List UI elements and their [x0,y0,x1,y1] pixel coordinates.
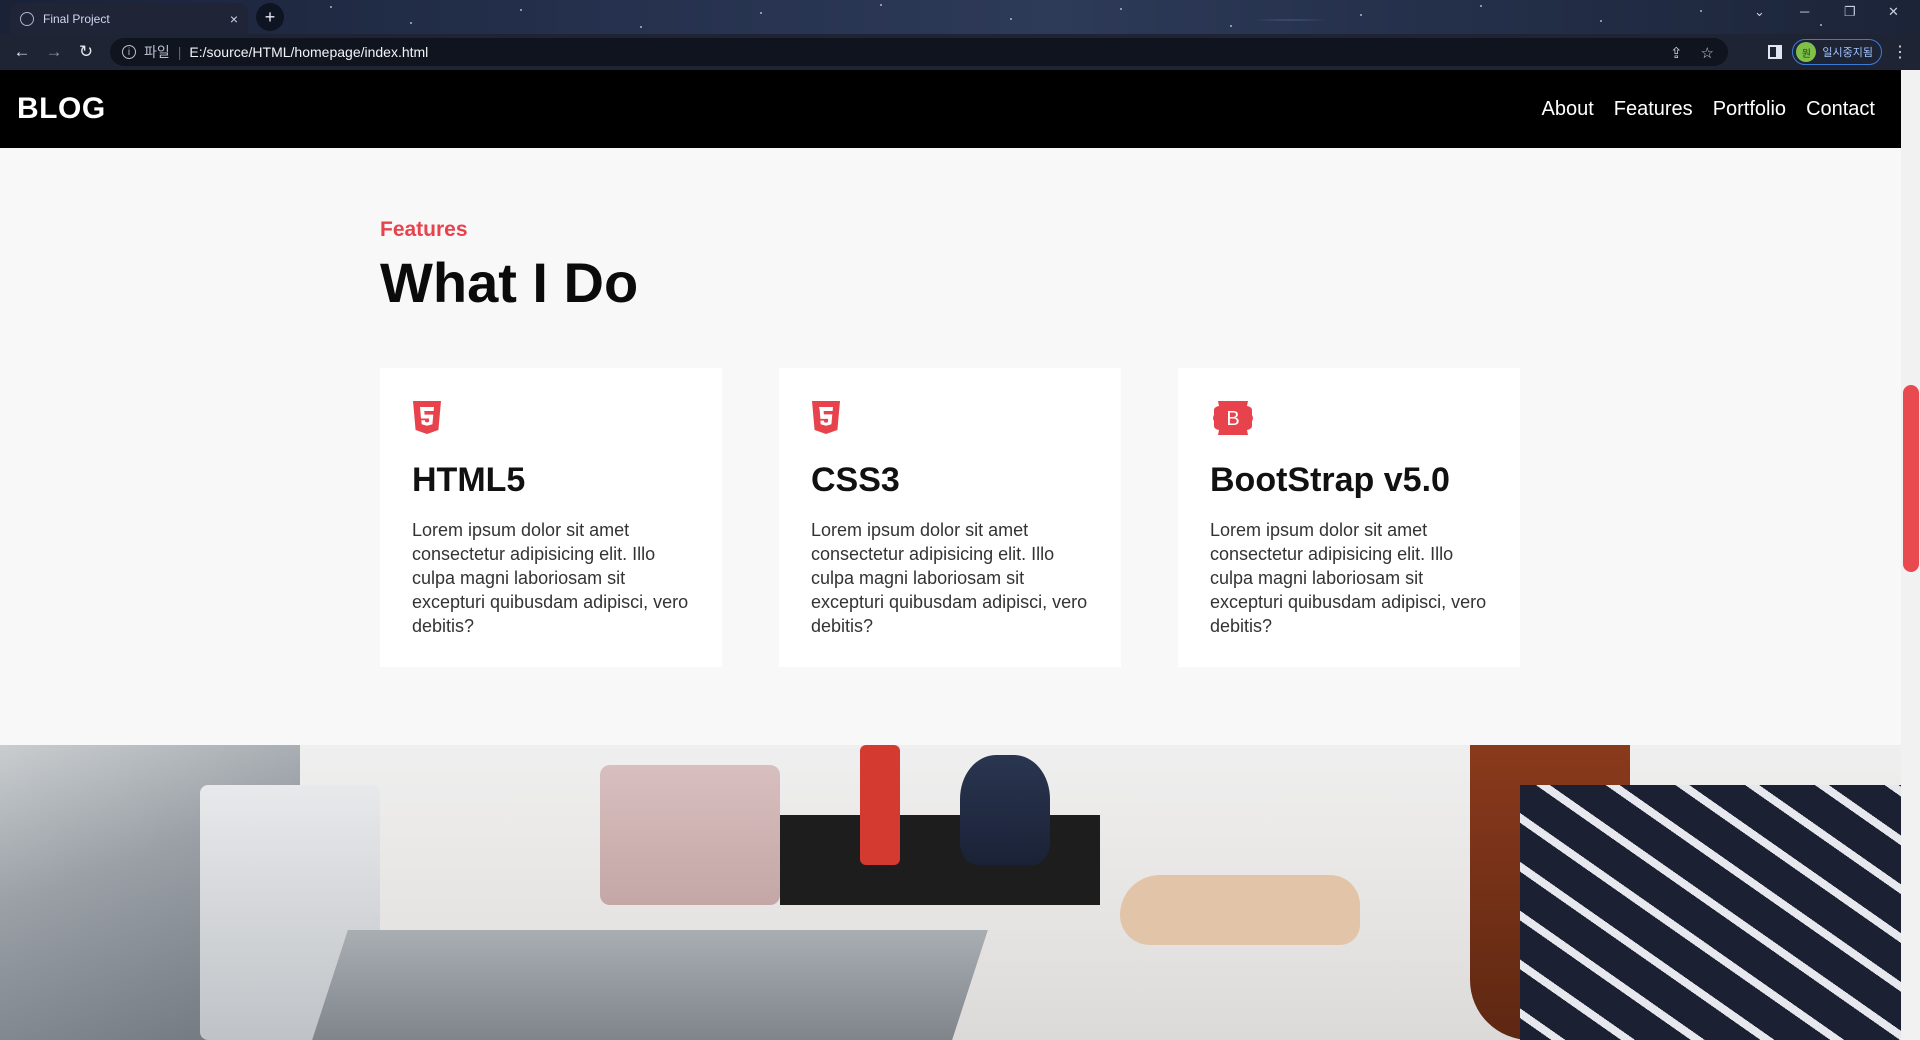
patterned-shirt-shape [1520,785,1901,1040]
browser-titlebar: Final Project × + ⌄ ─ ❐ ✕ [0,0,1920,34]
profile-button[interactable]: 원 일시중지됨 [1792,39,1882,65]
feature-card-text: Lorem ipsum dolor sit amet consectetur a… [1210,520,1487,636]
close-window-icon[interactable]: ✕ [1888,4,1899,20]
hand-shape [1120,875,1360,945]
section-eyebrow: Features [380,218,468,241]
laptop-keyboard-shape [312,930,988,1040]
css3-icon [811,401,1089,435]
feature-cards: HTML5 Lorem ipsum dolor sit amet consect… [380,368,1520,667]
nav-link-portfolio[interactable]: Portfolio [1713,98,1786,121]
share-icon[interactable]: ⇪ [1670,44,1683,62]
nav-links: About Features Portfolio Contact [1541,98,1875,121]
titlebar-starfield [0,0,1920,34]
new-tab-button[interactable]: + [256,3,284,31]
profile-status-label: 일시중지됨 [1822,47,1873,59]
feature-card-text: Lorem ipsum dolor sit amet consectetur a… [811,520,1088,636]
address-bar[interactable]: i 파일 | E:/source/HTML/homepage/index.htm… [110,38,1728,66]
info-icon[interactable]: i [122,45,136,59]
nav-link-contact[interactable]: Contact [1806,98,1875,121]
page-viewport: BLOG About Features Portfolio Contact Fe… [0,70,1920,1040]
restore-icon[interactable]: ❐ [1844,4,1856,20]
features-header: Features What I Do [380,218,1520,315]
address-scheme-label: 파일 [144,44,170,60]
section-title: What I Do [380,251,639,314]
lego-figure-shape [860,745,900,865]
feature-card-title: CSS3 [811,461,900,499]
hero-photo [0,745,1901,1040]
address-url[interactable]: E:/source/HTML/homepage/index.html [189,44,428,60]
feature-card-html5: HTML5 Lorem ipsum dolor sit amet consect… [380,368,722,667]
address-separator: | [177,44,182,60]
tab-title: Final Project [43,11,110,26]
bootstrap-icon: B [1210,401,1488,435]
scrollbar-thumb[interactable] [1903,385,1919,572]
penguin-figure-shape [960,755,1050,865]
html5-icon [412,401,690,435]
tab-search-chevron-icon[interactable]: ⌄ [1754,4,1765,20]
tray-shape [780,815,1100,905]
feature-card-css3: CSS3 Lorem ipsum dolor sit amet consecte… [779,368,1121,667]
feature-card-bootstrap: B BootStrap v5.0 Lorem ipsum dolor sit a… [1178,368,1520,667]
brand-logo[interactable]: BLOG [17,92,106,126]
bookmark-star-icon[interactable]: ☆ [1701,44,1714,62]
nav-link-about[interactable]: About [1541,98,1593,121]
browser-toolbar: ← → ↻ i 파일 | E:/source/HTML/homepage/ind… [0,34,1920,70]
nav-link-features[interactable]: Features [1614,98,1693,121]
minimize-icon[interactable]: ─ [1800,4,1809,19]
svg-text:B: B [1226,408,1239,430]
forward-arrow-icon[interactable]: → [38,42,70,62]
back-arrow-icon[interactable]: ← [6,42,38,62]
feature-card-title: BootStrap v5.0 [1210,461,1450,499]
close-tab-icon[interactable]: × [230,11,238,27]
feature-card-title: HTML5 [412,461,526,499]
side-panel-icon[interactable] [1768,45,1783,59]
tab-final-project[interactable]: Final Project × [10,3,248,34]
globe-icon [20,11,34,26]
more-menu-icon[interactable]: ⋮ [1892,42,1908,62]
site-navbar: BLOG About Features Portfolio Contact [0,70,1901,148]
avatar: 원 [1796,42,1817,62]
pink-box-shape [600,765,780,905]
feature-card-text: Lorem ipsum dolor sit amet consectetur a… [412,520,689,636]
reload-icon[interactable]: ↻ [70,42,102,62]
